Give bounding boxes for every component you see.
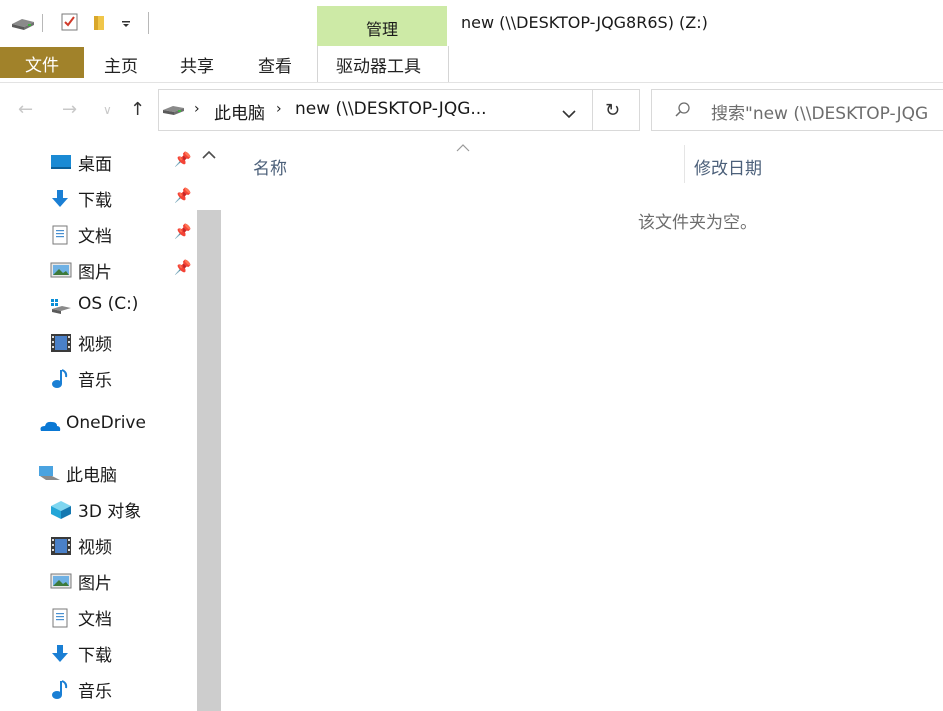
tab-home[interactable]: 主页 <box>104 52 138 77</box>
picture-icon <box>50 261 72 279</box>
computer-icon <box>38 464 62 482</box>
tab-file-label[interactable]: 文件 <box>0 51 84 76</box>
manage-tab-label: 管理 <box>365 20 398 39</box>
breadcrumb-chevron-icon[interactable]: › <box>194 101 200 117</box>
drive-icon <box>162 102 186 122</box>
download-icon <box>50 189 70 207</box>
back-icon[interactable]: ← <box>18 99 33 120</box>
column-header-modified[interactable]: 修改日期 <box>694 154 762 179</box>
nav-scrollbar-thumb[interactable] <box>197 210 221 711</box>
toolbar-separator <box>148 12 149 34</box>
download-icon <box>50 644 70 662</box>
sort-ascending-icon <box>456 140 470 156</box>
drive-icon[interactable] <box>10 14 36 36</box>
column-divider[interactable] <box>684 145 685 183</box>
pin-icon[interactable]: 📌 <box>174 152 191 168</box>
forward-icon[interactable]: → <box>62 99 77 120</box>
up-icon[interactable]: ↑ <box>130 99 145 120</box>
customize-toolbar-icon[interactable] <box>120 14 132 34</box>
new-folder-icon[interactable] <box>92 12 110 36</box>
scroll-up-icon[interactable] <box>202 148 216 164</box>
picture-icon <box>50 572 72 590</box>
music-icon <box>50 369 70 388</box>
3d-objects-icon <box>50 500 71 519</box>
tab-drive-tools[interactable]: 驱动器工具 <box>336 52 421 77</box>
breadcrumb-current[interactable]: new (\\DESKTOP-JQG... <box>295 99 487 119</box>
drive-icon <box>50 297 71 315</box>
document-icon <box>50 225 70 245</box>
empty-folder-message: 该文件夹为空。 <box>638 213 757 233</box>
pin-icon[interactable]: 📌 <box>174 224 191 240</box>
video-icon <box>50 333 71 352</box>
document-icon <box>50 608 70 628</box>
pin-icon[interactable]: 📌 <box>174 188 191 204</box>
tab-share[interactable]: 共享 <box>180 52 214 77</box>
music-icon <box>50 680 70 699</box>
breadcrumb-chevron-icon[interactable]: › <box>276 101 282 117</box>
search-icon <box>674 101 692 123</box>
properties-icon[interactable] <box>60 12 80 36</box>
cloud-icon <box>38 416 62 434</box>
search-placeholder[interactable]: 搜索"new (\\DESKTOP-JQG <box>711 99 928 124</box>
window-title: new (\\DESKTOP-JQG8R6S) (Z:) <box>461 13 708 32</box>
address-dropdown-icon[interactable] <box>562 104 576 123</box>
refresh-icon[interactable]: ↻ <box>605 100 620 121</box>
recent-locations-icon[interactable]: ∨ <box>103 103 112 117</box>
desktop-icon <box>50 153 71 171</box>
breadcrumb-this-pc[interactable]: 此电脑 <box>214 99 265 124</box>
tab-view[interactable]: 查看 <box>258 52 292 77</box>
column-header-name[interactable]: 名称 <box>253 154 287 179</box>
video-icon <box>50 536 71 555</box>
ribbon-tab-bar <box>0 46 943 83</box>
pin-icon[interactable]: 📌 <box>174 260 191 276</box>
toolbar-separator <box>42 14 43 32</box>
